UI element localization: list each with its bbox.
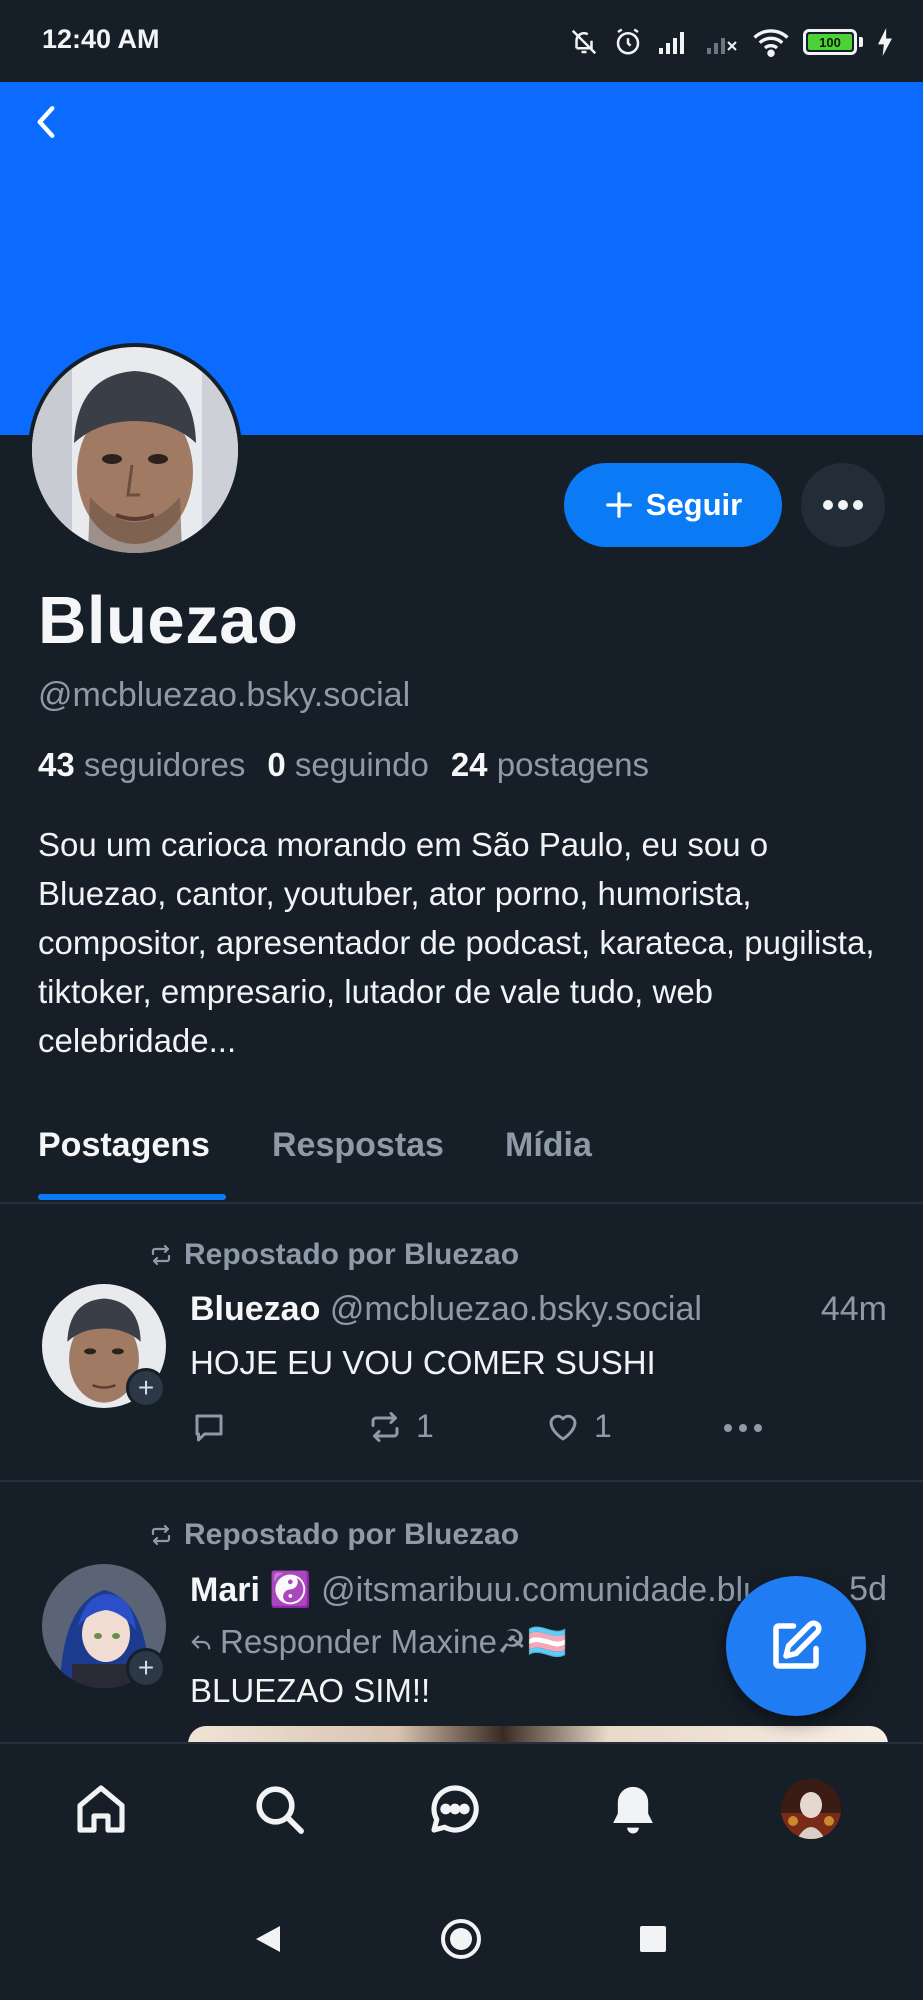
repost-icon	[371, 1411, 399, 1442]
status-time: 12:40 AM	[42, 24, 160, 54]
system-recents-button[interactable]	[628, 1914, 678, 1964]
bell-icon	[613, 1786, 653, 1834]
heart-icon	[549, 1414, 577, 1440]
profile-photo	[32, 347, 238, 553]
follow-author-plus-icon[interactable]: +	[126, 1368, 166, 1408]
repost-indicator[interactable]: Repostado por Bluezao	[148, 1238, 519, 1272]
repost-icon	[151, 1244, 171, 1266]
post-header: Mari ☯️ @itsmaribuu.comunidade.blue	[190, 1570, 750, 1610]
nav-notifications[interactable]	[598, 1774, 668, 1844]
post-author-name[interactable]: Bluezao	[190, 1290, 320, 1328]
posts-count: 24	[450, 746, 488, 783]
ellipsis-icon	[823, 500, 863, 510]
tab-respostas[interactable]: Respostas	[272, 1126, 444, 1165]
avatar-photo	[781, 1779, 841, 1839]
post-timestamp[interactable]: 44m	[821, 1290, 887, 1329]
status-bar: 12:40 AM 100	[0, 0, 923, 82]
like-count: 1	[594, 1408, 612, 1444]
profile-stats: 43 seguidores 0 seguindo 24 postagens	[38, 746, 649, 784]
nav-home[interactable]	[66, 1774, 136, 1844]
follow-button[interactable]: Seguir	[564, 463, 782, 547]
square-recents-icon	[640, 1926, 666, 1952]
search-icon	[256, 1786, 304, 1834]
post-author-handle[interactable]: @mcbluezao.bsky.social	[330, 1290, 702, 1328]
wifi-icon	[753, 29, 789, 57]
post-header: Bluezao @mcbluezao.bsky.social	[190, 1290, 702, 1329]
followers-stat[interactable]: 43 seguidores	[38, 746, 245, 784]
compose-button[interactable]	[726, 1576, 866, 1716]
circle-home-icon	[441, 1919, 481, 1959]
plus-icon	[605, 492, 632, 518]
battery-icon: 100	[803, 29, 863, 55]
post-text: HOJE EU VOU COMER SUSHI	[190, 1344, 656, 1381]
follow-button-label: Seguir	[645, 487, 743, 522]
post-actions: 1 1	[190, 1406, 890, 1456]
following-stat[interactable]: 0 seguindo	[267, 746, 428, 784]
followers-label: seguidores	[83, 746, 246, 783]
like-button[interactable]: 1	[544, 1408, 612, 1445]
repost-label: Repostado por Bluezao	[184, 1238, 520, 1271]
post-text: BLUEZAO SIM!!	[190, 1672, 431, 1709]
active-tab-indicator	[38, 1194, 226, 1200]
battery-level: 100	[808, 34, 852, 50]
profile-handle: @mcbluezao.bsky.social	[38, 676, 411, 714]
status-icons: 100	[569, 22, 893, 62]
profile-tabs: Postagens Respostas Mídia	[0, 1112, 923, 1204]
tab-midia[interactable]: Mídia	[505, 1126, 592, 1165]
post-more-button[interactable]	[722, 1410, 764, 1446]
post-author-handle[interactable]: @itsmaribuu.comunidade.blue	[321, 1571, 750, 1609]
repost-label: Repostado por Bluezao	[184, 1518, 520, 1551]
chevron-left-icon	[37, 106, 55, 138]
compose-pencil-icon	[773, 1620, 822, 1669]
profile-avatar[interactable]	[28, 343, 242, 557]
system-home-button[interactable]	[436, 1914, 486, 1964]
system-navigation	[0, 1874, 923, 2000]
signal-no-service-icon	[707, 38, 737, 54]
bell-off-icon	[571, 29, 597, 55]
profile-bio: Sou um carioca morando em São Paulo, eu …	[38, 826, 875, 1059]
following-count: 0	[267, 746, 286, 783]
tab-postagens[interactable]: Postagens	[38, 1126, 210, 1165]
post-timestamp[interactable]: 5d	[849, 1570, 887, 1609]
repost-indicator[interactable]: Repostado por Bluezao	[148, 1518, 519, 1552]
feed-post[interactable]: Repostado por Bluezao + Bluezao @mcbluez…	[0, 1206, 923, 1482]
comment-icon	[195, 1414, 223, 1442]
alarm-icon	[616, 28, 640, 55]
reply-arrow-icon	[191, 1635, 211, 1650]
back-button[interactable]	[24, 100, 68, 144]
reply-to-indicator[interactable]: Responder Maxine☭🏳️‍⚧️	[190, 1622, 568, 1662]
triangle-back-icon	[256, 1926, 280, 1952]
follow-author-plus-icon[interactable]: +	[126, 1648, 166, 1688]
charging-bolt-icon	[878, 28, 892, 56]
repost-icon	[151, 1524, 171, 1546]
chat-bubble-icon	[431, 1785, 479, 1833]
repost-button[interactable]: 1	[366, 1408, 434, 1445]
reply-button[interactable]	[190, 1410, 228, 1446]
nav-profile-avatar	[781, 1779, 841, 1839]
posts-stat: 24 postagens	[451, 746, 649, 784]
profile-display-name: Bluezao	[38, 583, 299, 658]
repost-count: 1	[416, 1408, 434, 1444]
nav-chat[interactable]	[420, 1774, 490, 1844]
posts-label: postagens	[496, 746, 650, 783]
bottom-navigation	[0, 1742, 923, 1874]
signal-icon	[659, 32, 684, 54]
ellipsis-icon	[724, 1424, 762, 1432]
home-icon	[77, 1785, 125, 1833]
more-options-button[interactable]	[801, 463, 885, 547]
following-label: seguindo	[294, 746, 429, 783]
post-author-name[interactable]: Mari ☯️	[190, 1571, 312, 1609]
nav-profile[interactable]	[776, 1774, 846, 1844]
nav-search[interactable]	[244, 1774, 314, 1844]
followers-count: 43	[38, 746, 75, 783]
system-back-button[interactable]	[243, 1914, 293, 1964]
reply-to-label: Responder Maxine☭🏳️‍⚧️	[220, 1623, 568, 1660]
